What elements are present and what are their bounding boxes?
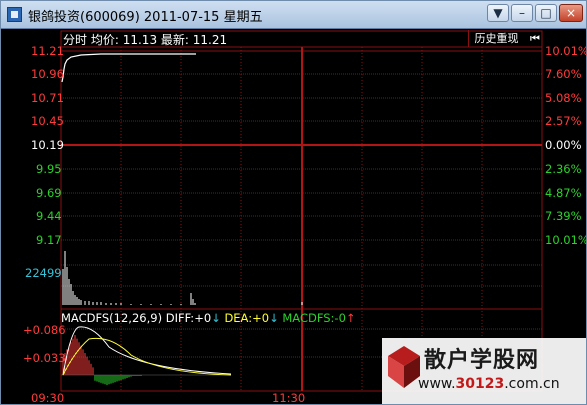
maximize-button[interactable]: □ [535, 4, 557, 22]
window-title: 银鸽投资(600069) 2011-07-15 星期五 [28, 10, 263, 25]
macd-header: MACDFS(12,26,9) DIFF:+0↓ DEA:+0↓ MACDFS:… [61, 311, 356, 325]
dea-arrow-icon: ↓ [269, 311, 279, 325]
macdfs-value: -0 [334, 311, 346, 325]
dropdown-button[interactable]: ▼ [487, 4, 509, 22]
price-tick: 9.95 [36, 162, 62, 176]
pct-tick: 2.57% [545, 114, 582, 128]
diff-value: +0 [194, 311, 212, 325]
price-tick: 9.44 [36, 209, 62, 223]
watermark: 散户学股网 www.30123.com.cn [382, 338, 586, 404]
dea-label: DEA: [224, 311, 253, 325]
time-tick: 11:30 [272, 391, 306, 405]
pct-tick: 4.87% [545, 186, 582, 200]
watermark-name: 散户学股网 [424, 348, 540, 373]
macd-tick: +0.086 [23, 323, 66, 337]
price-tick: 11.21 [31, 44, 64, 58]
stock-chart-window: 银鸽投资(600069) 2011-07-15 星期五 ▼ – □ × 分时 均… [0, 0, 587, 405]
price-tick: 10.45 [31, 114, 64, 128]
price-tick-base: 10.19 [31, 138, 64, 152]
minimize-button[interactable]: – [511, 4, 533, 22]
diff-label: DIFF: [165, 311, 195, 325]
diff-arrow-icon: ↓ [211, 311, 221, 325]
time-tick: 09:30 [31, 391, 65, 405]
pct-tick: 10.01% [545, 44, 587, 58]
diff-line [62, 326, 232, 376]
skip-back-icon[interactable]: ⏮ [529, 33, 541, 45]
price-line [61, 53, 196, 83]
pct-tick-base: 0.00% [545, 138, 582, 152]
price-header: 分时 均价: 11.13 最新: 11.21 [63, 31, 227, 48]
watermark-url: www.30123.com.cn [418, 376, 560, 392]
pct-tick: 5.08% [545, 91, 582, 105]
pct-tick: 2.36% [545, 162, 582, 176]
macd-tick: +0.033 [23, 351, 66, 365]
volume-max-label: 22499 [25, 266, 62, 280]
app-icon [7, 7, 22, 22]
macdfs-label: MACDFS: [282, 311, 335, 325]
macdfs-arrow-icon: ↑ [345, 311, 356, 325]
dea-value: +0 [252, 311, 270, 325]
pct-tick: 7.60% [545, 67, 582, 81]
latest-label: 最新: [160, 33, 189, 47]
fenshi-label: 分时 [63, 33, 88, 47]
price-tick: 10.71 [31, 91, 64, 105]
price-tick: 10.96 [31, 67, 64, 81]
avg-value: 11.13 [122, 33, 158, 47]
latest-value: 11.21 [192, 33, 228, 47]
pct-tick: 7.39% [545, 209, 582, 223]
macd-title: MACDFS(12,26,9) [61, 311, 163, 325]
history-replay-button[interactable]: 历史重现 [468, 30, 524, 47]
pct-tick: 10.01% [545, 233, 587, 247]
watermark-logo [388, 346, 420, 388]
title-bar: 银鸽投资(600069) 2011-07-15 星期五 ▼ – □ × [1, 1, 586, 29]
price-tick: 9.69 [36, 186, 62, 200]
avg-label: 均价: [90, 33, 119, 47]
price-tick: 9.17 [36, 233, 62, 247]
close-button[interactable]: × [559, 4, 583, 22]
